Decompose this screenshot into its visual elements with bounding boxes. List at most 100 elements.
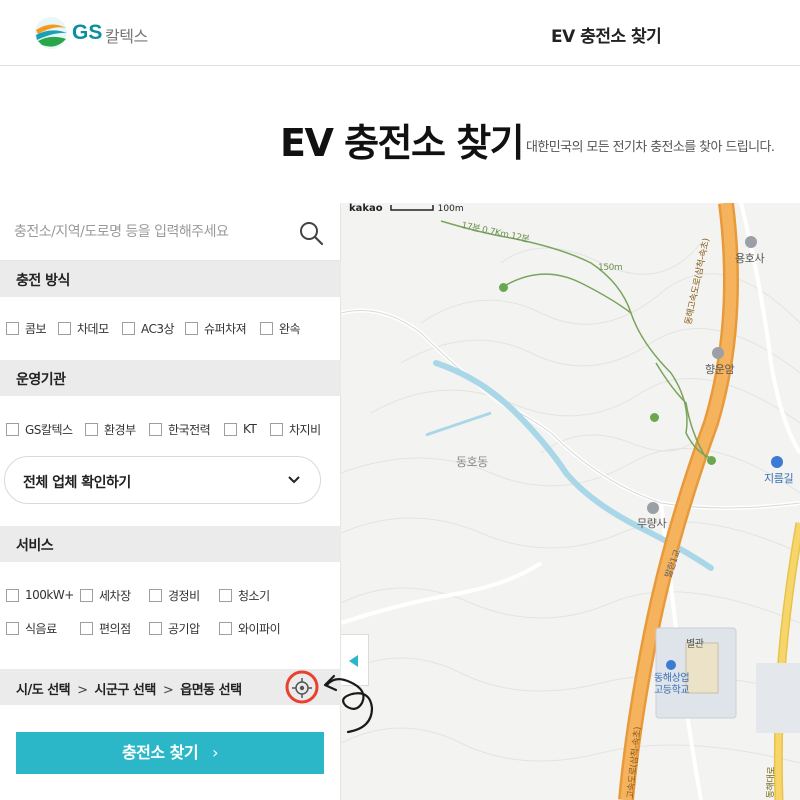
checkbox-box[interactable] (58, 321, 71, 335)
chevron-down-icon (288, 476, 300, 484)
temple-icon[interactable] (647, 502, 659, 514)
search-box (0, 203, 341, 261)
annex-label: 별관 (686, 639, 704, 650)
checkbox-box[interactable] (80, 588, 93, 602)
scale-bar-icon (390, 205, 434, 211)
checkbox-label: 차데모 (77, 321, 109, 336)
eupmyeondong-select[interactable]: 읍면동 선택 (180, 683, 242, 698)
mountain-peak-icon (499, 283, 508, 292)
checkbox-label: 100kW+ (25, 588, 74, 602)
temple-label-yongho[interactable]: 용호사 (735, 250, 765, 266)
panel-collapse-button[interactable] (341, 634, 369, 686)
page-title: EV 충전소 찾기 (280, 121, 525, 165)
checkbox-box[interactable] (80, 621, 93, 635)
checkbox-label: KT (243, 422, 257, 436)
checkbox-label: 슈퍼차져 (204, 321, 247, 336)
find-station-button[interactable]: 충전소 찾기 › (16, 732, 324, 774)
search-input[interactable] (14, 217, 289, 247)
search-icon[interactable] (296, 218, 326, 248)
checkbox-box[interactable] (6, 321, 19, 335)
poi-label-jireumgil[interactable]: 지름길 (764, 470, 794, 486)
region-breadcrumb: 시/도 선택 > 시군구 선택 > 읍면동 선택 (16, 679, 242, 698)
road-label: 동해대로 (765, 766, 778, 799)
temple-icon[interactable] (712, 347, 724, 359)
checkbox-box[interactable] (149, 621, 162, 635)
checkbox-box[interactable] (224, 422, 237, 436)
operator-dropdown[interactable]: 전체 업체 확인하기 (4, 456, 321, 504)
trail-distance-label: 150m (598, 263, 623, 273)
checkbox-label: AC3상 (141, 321, 175, 336)
checkbox-slow[interactable]: 완속 (260, 319, 301, 337)
sido-select[interactable]: 시/도 선택 (16, 683, 71, 698)
checkbox-kepco[interactable]: 한국전력 (149, 420, 211, 438)
checkbox-box[interactable] (260, 321, 273, 335)
checkbox-label: 완속 (279, 321, 301, 336)
find-button-label: 충전소 찾기 (121, 743, 199, 762)
mountain-peak-icon (650, 413, 659, 422)
checkbox-label: 세차장 (99, 588, 131, 603)
checkbox-box[interactable] (85, 422, 98, 436)
checkbox-carwash[interactable]: 세차장 (80, 586, 131, 604)
checkbox-label: 식음료 (25, 621, 57, 636)
district-label: 동호동 (456, 455, 488, 469)
section-charging-method: 충전 방식 (0, 261, 341, 297)
map-provider-label: kakao (349, 203, 383, 214)
breadcrumb-separator: > (162, 683, 174, 698)
place-pin-icon[interactable] (771, 456, 783, 468)
collapse-triangle-icon (349, 655, 358, 667)
checkbox-box[interactable] (185, 321, 198, 335)
temple-label-muryang[interactable]: 무량사 (637, 515, 667, 531)
gs-caltex-logo[interactable]: GS 칼텍스 (34, 16, 164, 52)
school-label[interactable]: 동해상업 고등학교 (654, 673, 690, 697)
breadcrumb-separator: > (77, 683, 88, 698)
checkbox-box[interactable] (149, 588, 162, 602)
checkbox-box[interactable] (149, 422, 162, 436)
map-base[interactable] (341, 203, 800, 800)
current-location-icon[interactable] (287, 673, 317, 703)
checkbox-chademo[interactable]: 차데모 (58, 319, 109, 337)
checkbox-label: 와이파이 (238, 621, 281, 636)
mountain-peak-icon (707, 456, 716, 465)
gs-logo-icon (35, 17, 67, 49)
checkbox-kt[interactable]: KT (224, 420, 257, 438)
filter-panel: 충전 방식 콤보 차데모 AC3상 슈퍼차져 완속 운영기관 GS칼텍스 환경부… (0, 203, 341, 800)
checkbox-box[interactable] (6, 422, 19, 436)
checkbox-combo[interactable]: 콤보 (6, 319, 47, 337)
checkbox-box[interactable] (6, 621, 19, 635)
checkbox-ministry-env[interactable]: 환경부 (85, 420, 136, 438)
checkbox-label: 경정비 (168, 588, 200, 603)
checkbox-gscaltex[interactable]: GS칼텍스 (6, 420, 73, 438)
region-selector: 시/도 선택 > 시군구 선택 > 읍면동 선택 (0, 669, 341, 705)
checkbox-label: 콤보 (25, 321, 47, 336)
checkbox-box[interactable] (122, 321, 135, 335)
checkbox-ac3[interactable]: AC3상 (122, 319, 175, 337)
checkbox-air-pressure[interactable]: 공기압 (149, 619, 200, 637)
checkbox-label: 차지비 (289, 422, 321, 437)
dropdown-label: 전체 업체 확인하기 (23, 475, 131, 491)
checkbox-wifi[interactable]: 와이파이 (219, 619, 281, 637)
page-subtitle: 대한민국의 모든 전기차 충전소를 찾아 드립니다. (526, 140, 775, 155)
checkbox-label: 한국전력 (168, 422, 211, 437)
checkbox-convenience[interactable]: 편의점 (80, 619, 131, 637)
sigungu-select[interactable]: 시군구 선택 (95, 683, 157, 698)
logo-text: GS (72, 21, 103, 44)
checkbox-label: 공기압 (168, 621, 200, 636)
section-service: 서비스 (0, 526, 341, 562)
checkbox-box[interactable] (270, 422, 283, 436)
checkbox-food[interactable]: 식음료 (6, 619, 57, 637)
checkbox-vacuum[interactable]: 청소기 (219, 586, 270, 604)
checkbox-box[interactable] (6, 588, 19, 602)
top-header: GS 칼텍스 EV 충전소 찾기 (0, 0, 800, 66)
nav-title[interactable]: EV 충전소 찾기 (551, 22, 662, 47)
checkbox-box[interactable] (219, 588, 232, 602)
checkbox-100kw[interactable]: 100kW+ (6, 586, 74, 604)
checkbox-supercharger[interactable]: 슈퍼차져 (185, 319, 247, 337)
temple-icon[interactable] (745, 236, 757, 248)
checkbox-box[interactable] (219, 621, 232, 635)
temple-label-hyangun[interactable]: 향운암 (705, 361, 735, 377)
map-view[interactable]: kakao 100m 17분 0.7Km 12분 150m 용호사 향운암 동호… (341, 203, 800, 800)
chevron-right-icon: › (212, 743, 219, 762)
checkbox-chargev[interactable]: 차지비 (270, 420, 321, 438)
checkbox-maintenance[interactable]: 경정비 (149, 586, 200, 604)
school-icon[interactable] (666, 660, 676, 670)
